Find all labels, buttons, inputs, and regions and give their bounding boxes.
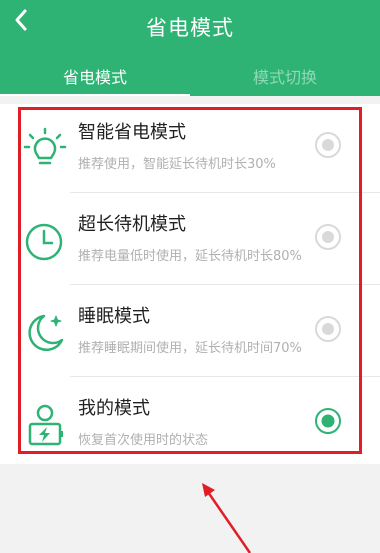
- tab-mode-switch[interactable]: 模式切换: [190, 64, 380, 88]
- divider: [70, 192, 380, 193]
- moon-icon: [28, 314, 64, 352]
- mode-list: 智能省电模式 推荐使用，智能延长待机时长30% 超长待机模式 推荐电量低时使用，…: [0, 104, 380, 464]
- mode-description: 推荐睡眠期间使用，延长待机时间70%: [78, 341, 302, 356]
- radio-unselected[interactable]: [313, 314, 343, 344]
- app-header: 省电模式: [0, 0, 380, 50]
- divider: [70, 376, 380, 377]
- mode-item-custom[interactable]: 我的模式 恢复首次使用时的状态: [0, 380, 380, 472]
- mode-name: 智能省电模式: [78, 122, 186, 143]
- mode-name: 睡眠模式: [78, 306, 150, 327]
- mode-name: 超长待机模式: [78, 214, 186, 235]
- page-title: 省电模式: [146, 16, 234, 40]
- active-tab-indicator: [0, 94, 190, 96]
- clock-icon: [25, 223, 63, 261]
- user-battery-icon: [28, 404, 63, 446]
- tab-power-saving[interactable]: 省电模式: [0, 64, 190, 88]
- mode-item-long-standby[interactable]: 超长待机模式 推荐电量低时使用，延长待机时长80%: [0, 196, 380, 288]
- divider: [70, 284, 380, 285]
- tab-bar: 省电模式 模式切换: [0, 50, 380, 96]
- radio-unselected[interactable]: [313, 222, 343, 252]
- mode-description: 推荐电量低时使用，延长待机时长80%: [78, 249, 302, 264]
- radio-selected[interactable]: [313, 406, 343, 436]
- bulb-icon: [23, 127, 67, 165]
- mode-description: 推荐使用，智能延长待机时长30%: [78, 157, 276, 172]
- mode-name: 我的模式: [78, 398, 150, 419]
- mode-item-sleep[interactable]: 睡眠模式 推荐睡眠期间使用，延长待机时间70%: [0, 288, 380, 380]
- mode-item-smart[interactable]: 智能省电模式 推荐使用，智能延长待机时长30%: [0, 104, 380, 196]
- radio-unselected[interactable]: [313, 130, 343, 160]
- annotation-arrow: [202, 483, 252, 553]
- mode-description: 恢复首次使用时的状态: [78, 433, 209, 448]
